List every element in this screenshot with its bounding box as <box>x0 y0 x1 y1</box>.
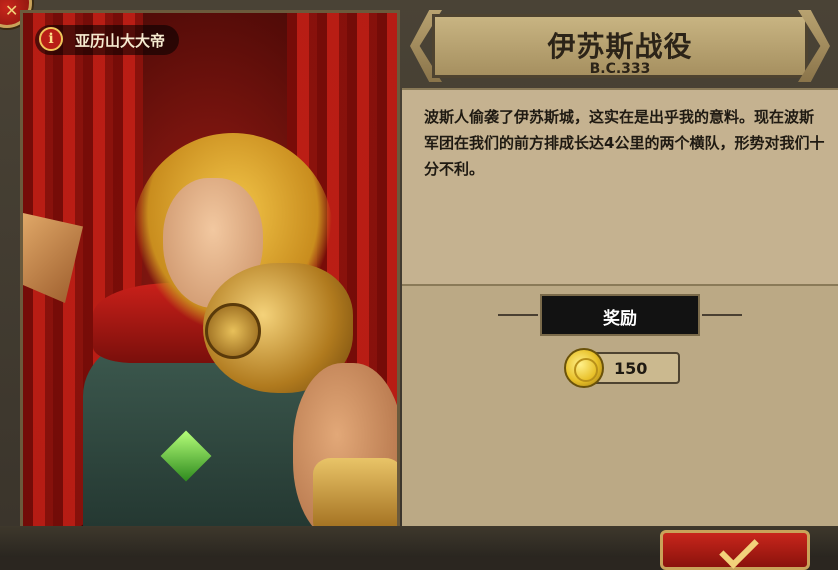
hero-medallion <box>205 303 261 359</box>
banner-body: 伊苏斯战役 B.C.333 <box>432 14 808 78</box>
hero-name-tag[interactable]: i 亚历山大大帝 <box>35 25 180 55</box>
confirm-button[interactable] <box>660 529 810 570</box>
battle-description: 波斯人偷袭了伊苏斯城，这实在是出乎我的意料。现在波斯军团在我们的前方排成长达4公… <box>424 108 825 178</box>
coin-reward: 150 <box>564 348 680 388</box>
mission-info-panel: 伊苏斯战役 B.C.333 波斯人偷袭了伊苏斯城，这实在是出乎我的意料。现在波斯… <box>402 0 838 557</box>
reward-ornament-right <box>702 314 742 316</box>
title-banner: 伊苏斯战役 B.C.333 <box>410 10 830 82</box>
reward-section: 奖励 150 <box>402 286 838 526</box>
check-icon <box>719 529 759 569</box>
battle-date: B.C.333 <box>589 61 651 77</box>
gold-coin-icon <box>564 348 604 388</box>
hero-bracer <box>313 458 397 529</box>
reward-label: 奖励 <box>603 309 637 329</box>
hero-name: 亚历山大大帝 <box>75 31 166 50</box>
reward-header: 奖励 <box>498 294 742 336</box>
reward-ornament-left <box>498 314 538 316</box>
story-panel: 波斯人偷袭了伊苏斯城，这实在是出乎我的意料。现在波斯军团在我们的前方排成长达4公… <box>402 88 838 286</box>
battle-title: 伊苏斯战役 <box>547 30 693 63</box>
mission-dialog: ✕ i 亚历山大大帝 伊苏斯战役 B.C.333 波斯人偷袭了伊苏斯城，这实在是… <box>0 0 838 570</box>
coin-value: 150 <box>614 359 648 378</box>
hero-portrait: i 亚历山大大帝 <box>20 10 400 532</box>
reward-label-box: 奖励 <box>540 294 700 336</box>
close-icon: ✕ <box>5 1 19 20</box>
info-icon[interactable]: i <box>39 27 63 51</box>
